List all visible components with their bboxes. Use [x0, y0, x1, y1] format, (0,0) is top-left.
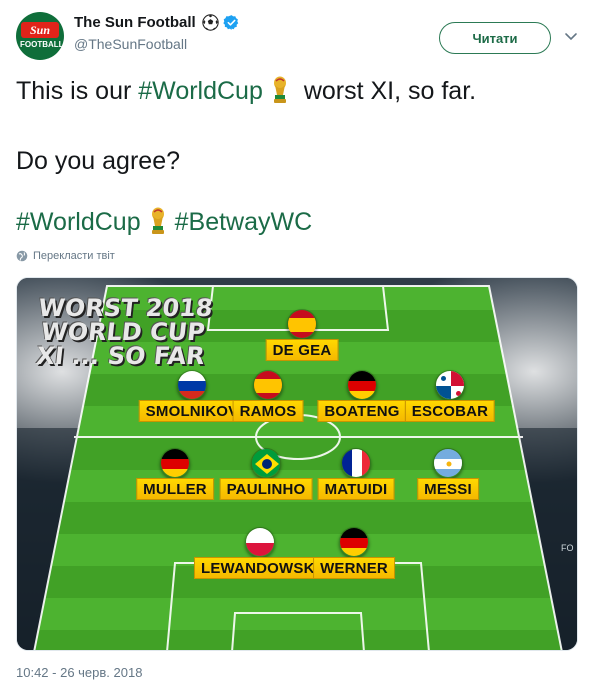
player-name-tag: WERNER	[313, 557, 395, 579]
player-name-tag: MATUIDI	[317, 478, 395, 500]
image-title: WORST 2018 WORLD CUP XI ... SO FAR	[29, 294, 217, 370]
worldcup-trophy-icon	[273, 76, 286, 103]
worldcup-trophy-icon	[151, 207, 164, 234]
player-name-tag: MULLER	[136, 478, 214, 500]
follow-button[interactable]: Читати	[439, 22, 551, 54]
verified-badge-icon	[223, 15, 238, 30]
corner-text: FO	[561, 543, 574, 553]
avatar-logo-sun: Sun	[21, 22, 59, 38]
translate-tweet-link[interactable]: Перекласти твіт	[16, 250, 115, 262]
panama-flag-icon	[435, 370, 465, 400]
hashtag-worldcup[interactable]: #WorldCup	[138, 77, 263, 105]
spain-flag-icon	[253, 370, 283, 400]
france-flag-icon	[341, 448, 371, 478]
tweet-line-3: #WorldCup #BetwayWC	[16, 207, 312, 237]
germany-flag-icon	[347, 370, 377, 400]
germany-flag-icon	[339, 527, 369, 557]
tweet-line-2: Do you agree?	[16, 147, 181, 175]
globe-icon	[16, 250, 28, 262]
player-name-tag: SMOLNIKOV	[138, 400, 246, 422]
brazil-flag-icon	[251, 448, 281, 478]
argentina-flag-icon	[433, 448, 463, 478]
translate-label[interactable]: Перекласти твіт	[33, 250, 115, 262]
tweet-line-1: This is our #WorldCup worst XI, so far.	[16, 76, 476, 106]
display-name[interactable]: The Sun Football	[74, 14, 196, 31]
soccer-ball-icon	[201, 14, 219, 31]
russia-flag-icon	[177, 370, 207, 400]
user-handle[interactable]: @TheSunFootball	[74, 36, 187, 52]
spain-flag-icon	[287, 309, 317, 339]
player-name-tag: PAULINHO	[219, 478, 313, 500]
player-name-tag: DE GEA	[265, 339, 339, 361]
germany-flag-icon	[160, 448, 190, 478]
tweet-text-suffix: worst XI, so far.	[296, 77, 477, 105]
image-title-text: WORST 2018 WORLD CUP XI ... SO FAR	[34, 294, 215, 370]
hashtag-betwaywc[interactable]: #BetwayWC	[175, 208, 313, 236]
tweet-image[interactable]: FO WORST 2018 WORLD CUP XI ... SO FAR DE…	[16, 277, 578, 651]
chevron-down-icon[interactable]	[563, 28, 579, 44]
poland-flag-icon	[245, 527, 275, 557]
hashtag-worldcup-2[interactable]: #WorldCup	[16, 208, 141, 236]
player-name-tag: ESCOBAR	[404, 400, 496, 422]
avatar-logo-football: FOOTBALL	[20, 40, 64, 49]
timestamp[interactable]: 10:42 - 26 черв. 2018	[16, 665, 142, 680]
name-row: The Sun Football	[74, 14, 240, 31]
avatar[interactable]: Sun FOOTBALL	[16, 12, 64, 60]
player-name-tag: RAMOS	[232, 400, 304, 422]
tweet-text-prefix: This is our	[16, 77, 139, 105]
player-name-tag: MESSI	[417, 478, 479, 500]
tweet-header: Sun FOOTBALL The Sun Football @TheSunFoo…	[16, 12, 581, 62]
player-name-tag: BOATENG	[317, 400, 407, 422]
player-name-tag: LEWANDOWSKI	[193, 557, 327, 579]
